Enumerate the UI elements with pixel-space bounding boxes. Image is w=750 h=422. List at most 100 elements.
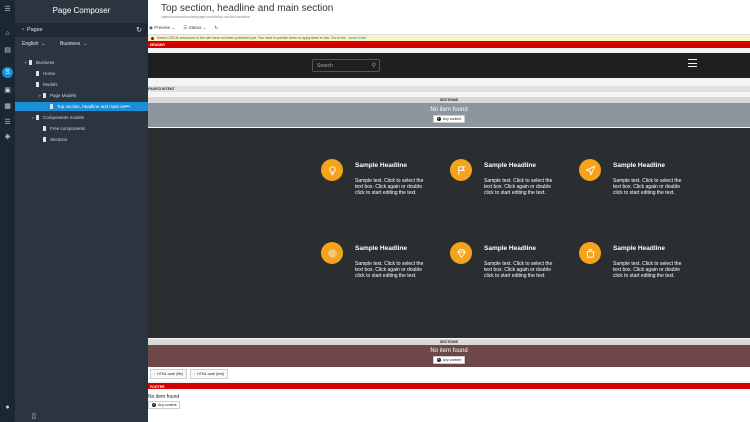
feature-headline[interactable]: Sample Headline bbox=[613, 162, 665, 169]
footer-dropzone: No item found + Any content bbox=[148, 389, 750, 422]
home-icon[interactable]: ⌂ bbox=[2, 28, 13, 39]
plus-icon: + bbox=[436, 358, 441, 362]
feature-card[interactable]: Sample Headline Sample text. Click to sel… bbox=[321, 159, 441, 219]
language-select[interactable]: English ⌄ bbox=[22, 41, 46, 47]
eye-icon: ◉ bbox=[149, 25, 153, 30]
feature-text[interactable]: Sample text. Click to select the text bo… bbox=[613, 261, 687, 279]
page-icon bbox=[35, 115, 40, 120]
site-select[interactable]: Business ⌄ bbox=[60, 41, 88, 47]
tree-item-label: Home bbox=[43, 71, 56, 76]
tree-item[interactable]: Top section, headline and main se ••• bbox=[15, 102, 148, 111]
page-icon bbox=[42, 137, 47, 142]
list-icon[interactable]: ☰ bbox=[2, 116, 13, 127]
feature-card[interactable]: Sample Headline Sample text. Click to sel… bbox=[579, 242, 699, 302]
feature-text[interactable]: Sample text. Click to select the text bo… bbox=[355, 261, 429, 279]
feature-headline[interactable]: Sample Headline bbox=[613, 245, 665, 252]
tree-item-label: Free components bbox=[50, 126, 86, 131]
plus-icon: + bbox=[436, 117, 441, 121]
any-content-button[interactable]: + Any content bbox=[432, 356, 466, 364]
tree-item[interactable]: ˅ Components models bbox=[15, 113, 148, 122]
tree-item-label: Sections bbox=[50, 137, 68, 142]
pages-header: ▫ Pages ↻ bbox=[15, 23, 148, 37]
page-icon bbox=[35, 82, 40, 87]
site-value: Business bbox=[60, 41, 81, 47]
tree-item[interactable]: Sections bbox=[15, 135, 148, 144]
search-icon: ⚲ bbox=[371, 63, 376, 69]
preview-button[interactable]: ◉ Preview ⌄ bbox=[149, 25, 175, 31]
any-content-label: Any content bbox=[158, 403, 177, 407]
feature-headline[interactable]: Sample Headline bbox=[355, 162, 407, 169]
table-icon[interactable]: ▦ bbox=[2, 100, 13, 111]
feature-text[interactable]: Sample text. Click to select the text bo… bbox=[484, 178, 558, 196]
book-icon[interactable]: ▤ bbox=[2, 44, 13, 55]
user-icon[interactable]: ● bbox=[2, 402, 13, 413]
language-value: English bbox=[22, 41, 39, 47]
code-icon: ▫ bbox=[154, 372, 156, 376]
no-item-text: No item found bbox=[430, 348, 468, 354]
tree-item[interactable]: Home bbox=[15, 69, 148, 78]
tree-item[interactable]: ˅ Business bbox=[15, 58, 148, 67]
html-code-file-button[interactable]: ▫ HTML code (file) bbox=[150, 369, 187, 379]
feature-headline[interactable]: Sample Headline bbox=[484, 162, 536, 169]
mobile-icon[interactable]: ▯ bbox=[32, 412, 36, 420]
tree-item[interactable]: Models bbox=[15, 80, 148, 89]
page-header: Top section, headline and main section /… bbox=[148, 0, 750, 35]
page-composer-panel: Page Composer ▫ Pages ↻ English ⌄ Busine… bbox=[15, 0, 148, 422]
feature-headline[interactable]: Sample Headline bbox=[355, 245, 407, 252]
feature-text[interactable]: Sample text. Click to select the text bo… bbox=[613, 178, 687, 196]
warning-text: Some CSS/Js resources of the site have n… bbox=[157, 36, 346, 40]
warning-icon bbox=[151, 36, 154, 40]
search-input[interactable]: Search ⚲ bbox=[312, 59, 380, 72]
feature-text[interactable]: Sample text. Click to select the text bo… bbox=[355, 178, 429, 196]
site-icon[interactable]: S bbox=[2, 67, 13, 78]
code-icon: ▫ bbox=[194, 372, 196, 376]
page-icon bbox=[49, 104, 54, 109]
pagecontent-frame-label[interactable]: PAGECONTENT bbox=[148, 86, 750, 92]
tree-item-label: Models bbox=[43, 82, 58, 87]
hamburger-icon[interactable] bbox=[688, 59, 697, 67]
any-content-label: Any content bbox=[442, 358, 462, 362]
any-content-label: Any content bbox=[442, 117, 462, 121]
app-rail: ☰ ⌂ ▤ S ▣ ▦ ☰ ❋ ● bbox=[0, 0, 15, 422]
plus-icon: + bbox=[152, 403, 156, 407]
html-code-text-button[interactable]: ▫ HTML code (text) bbox=[190, 369, 229, 379]
status-button[interactable]: ☰ Status ⌄ bbox=[183, 25, 206, 31]
page-icon bbox=[42, 93, 47, 98]
feature-card[interactable]: Sample Headline Sample text. Click to sel… bbox=[579, 159, 699, 219]
feature-headline[interactable]: Sample Headline bbox=[484, 245, 536, 252]
tree-item-label: Top section, headline and main se bbox=[57, 104, 126, 109]
page-url: /sites/business/models/page-models/top-s… bbox=[161, 15, 250, 19]
feature-text[interactable]: Sample text. Click to select the text bo… bbox=[484, 261, 558, 279]
flag-icon bbox=[450, 159, 472, 181]
header-frame-label[interactable]: HEADER bbox=[148, 41, 750, 48]
stack-icon: ☰ bbox=[183, 25, 188, 30]
no-item-text: No item found bbox=[148, 394, 180, 400]
tree-item-label: Business bbox=[36, 60, 55, 65]
status-label: Status bbox=[188, 25, 202, 30]
more-options-icon[interactable]: ••• bbox=[125, 104, 130, 110]
main-editor: Top section, headline and main section /… bbox=[148, 0, 750, 422]
site-navbar-preview: Search ⚲ bbox=[148, 53, 750, 78]
any-content-button[interactable]: + Any content bbox=[432, 115, 466, 123]
refresh-icon[interactable]: ↻ bbox=[136, 26, 142, 34]
feature-card[interactable]: Sample Headline Sample text. Click to sel… bbox=[321, 242, 441, 302]
compass-icon[interactable]: ❋ bbox=[2, 131, 13, 142]
any-content-button[interactable]: + Any content bbox=[148, 401, 181, 409]
tree-item[interactable]: ˅ Page Models bbox=[15, 91, 148, 100]
tree-item[interactable]: Free components bbox=[15, 124, 148, 133]
diamond-icon bbox=[450, 242, 472, 264]
sections-dropzone-bottom: No item found + Any content bbox=[148, 345, 750, 367]
tree-item-label: Page Models bbox=[50, 93, 77, 98]
feature-card[interactable]: Sample Headline Sample text. Click to sel… bbox=[450, 159, 570, 219]
file-icon: ▫ bbox=[22, 27, 24, 33]
no-item-text: No item found bbox=[430, 107, 468, 113]
preview-label: Preview bbox=[154, 25, 171, 30]
page-title: Top section, headline and main section bbox=[161, 3, 334, 14]
menu-icon[interactable]: ☰ bbox=[2, 3, 13, 14]
asset-folder-link[interactable]: asset folder bbox=[349, 36, 367, 40]
pages-label: Pages bbox=[26, 27, 43, 33]
feature-card[interactable]: Sample Headline Sample text. Click to sel… bbox=[450, 242, 570, 302]
image-icon[interactable]: ▣ bbox=[2, 84, 13, 95]
reload-icon[interactable]: ↻ bbox=[214, 25, 218, 31]
feature-grid-section: Sample Headline Sample text. Click to sel… bbox=[148, 128, 750, 338]
